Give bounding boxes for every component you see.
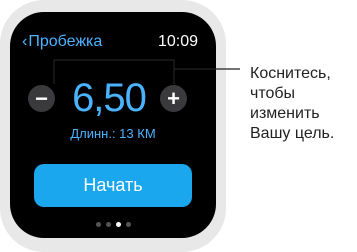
- callout-line: Коснитесь,: [250, 65, 331, 82]
- callout-line: Вашу цель.: [250, 125, 335, 142]
- page-dot: [126, 221, 131, 227]
- callout-line: чтобы: [250, 85, 296, 102]
- header: ‹ Пробежка 10:09: [22, 31, 198, 53]
- page-dot: [106, 221, 111, 227]
- stage: ‹ Пробежка 10:09 − 6,50 + Длинн.: 13 КМ …: [0, 0, 357, 252]
- increase-goal-button[interactable]: +: [160, 85, 187, 112]
- goal-subtitle: Длинн.: 13 КМ: [70, 126, 156, 141]
- minus-icon: −: [35, 85, 48, 111]
- chevron-left-icon: ‹: [22, 33, 28, 50]
- back-button[interactable]: ‹ Пробежка: [22, 31, 102, 53]
- decrease-goal-button[interactable]: −: [28, 85, 55, 112]
- goal-value[interactable]: 6,50: [62, 76, 156, 120]
- back-label: Пробежка: [28, 33, 103, 50]
- clock: 10:09: [157, 33, 198, 50]
- callout-line: изменить: [250, 105, 320, 122]
- callout-text: Коснитесь, чтобы изменить Вашу цель.: [250, 64, 355, 144]
- plus-icon: +: [167, 85, 180, 111]
- page-indicator: [96, 220, 136, 228]
- page-dot: [96, 221, 101, 227]
- start-button[interactable]: Начать: [34, 164, 192, 207]
- page-dot-active: [116, 221, 121, 227]
